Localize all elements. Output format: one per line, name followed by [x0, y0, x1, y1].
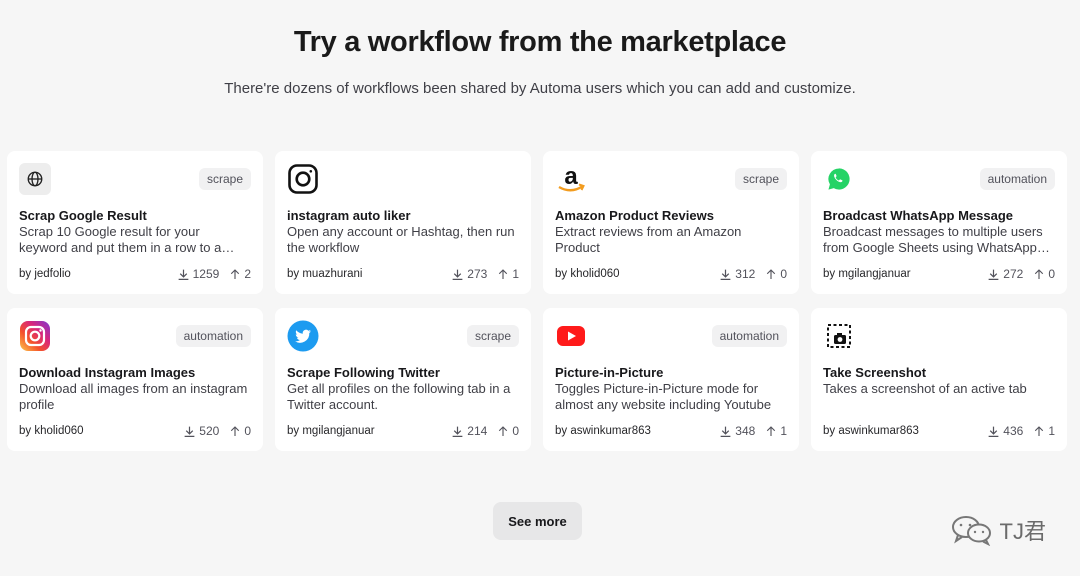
workflow-stats: 312 0	[719, 267, 787, 281]
download-count: 348	[719, 424, 755, 438]
upvote-count: 0	[229, 424, 251, 438]
upvote-count: 0	[1033, 267, 1055, 281]
workflow-description: Takes a screenshot of an active tab	[823, 381, 1027, 396]
category-tag: automation	[711, 325, 787, 347]
workflow-description: Extract reviews from an Amazon Product	[555, 224, 742, 255]
download-icon	[452, 269, 463, 280]
upvote-count: 2	[229, 267, 251, 281]
arrow-up-icon	[767, 268, 776, 279]
workflow-author: by kholid060	[19, 425, 84, 437]
workflow-description: Broadcast messages to multiple users fro…	[823, 224, 1043, 255]
upvote-count: 0	[497, 424, 519, 438]
workflow-title: Download Instagram Images	[19, 365, 196, 380]
category-tag: scrape	[734, 168, 787, 190]
download-icon	[720, 426, 731, 437]
workflow-author: by jedfolio	[19, 268, 71, 280]
see-more-button[interactable]: See more	[493, 502, 582, 540]
arrow-up-icon	[767, 425, 776, 436]
download-count: 520	[183, 424, 219, 438]
screenshot-icon	[823, 320, 855, 352]
workflow-card[interactable]: instagram auto liker Open any account or…	[275, 151, 531, 294]
workflow-title: Picture-in-Picture	[555, 365, 664, 380]
workflow-stats: 436 1	[987, 424, 1055, 438]
workflow-card[interactable]: a scrape Amazon Product Reviews Extract …	[543, 151, 799, 294]
workflow-title: instagram auto liker	[287, 208, 411, 223]
workflow-stats: 1259 2	[177, 267, 251, 281]
wechat-icon	[951, 516, 991, 546]
arrow-up-icon	[231, 425, 240, 436]
download-icon	[452, 426, 463, 437]
category-tag: scrape	[198, 168, 251, 190]
workflow-description: Download all images from an instagram pr…	[19, 381, 248, 412]
workflow-card[interactable]: scrape Scrape Following Twitter Get all …	[275, 308, 531, 451]
arrow-up-icon	[499, 268, 508, 279]
workflow-card[interactable]: scrape Scrap Google Result Scrap 10 Goog…	[7, 151, 263, 294]
workflow-stats: 520 0	[183, 424, 251, 438]
upvote-count: 1	[1033, 424, 1055, 438]
amazon-icon: a	[555, 163, 587, 195]
upvote-count: 1	[765, 424, 787, 438]
upvote-count: 0	[765, 267, 787, 281]
workflow-description: Open any account or Hashtag, then run th…	[287, 224, 515, 255]
whatsapp-icon	[823, 163, 855, 195]
workflow-stats: 214 0	[451, 424, 519, 438]
download-count: 436	[987, 424, 1023, 438]
download-icon	[178, 269, 188, 280]
workflow-title: Broadcast WhatsApp Message	[823, 208, 1013, 223]
workflow-author: by kholid060	[555, 268, 620, 280]
category-tag: automation	[175, 325, 251, 347]
workflow-author: by aswinkumar863	[555, 425, 651, 437]
workflow-description: Get all profiles on the following tab in…	[287, 381, 511, 412]
youtube-icon	[555, 320, 587, 352]
workflow-title: Scrape Following Twitter	[287, 365, 440, 380]
workflow-card[interactable]: automation Broadcast WhatsApp Message Br…	[811, 151, 1067, 294]
arrow-up-icon	[231, 268, 240, 279]
download-count: 272	[987, 267, 1023, 281]
watermark: TJ君	[950, 514, 1046, 546]
workflow-description: Toggles Picture-in-Picture mode for almo…	[555, 381, 772, 412]
arrow-up-icon	[499, 425, 508, 436]
workflow-author: by mgilangjanuar	[823, 268, 911, 280]
page-subtitle: There're dozens of workflows been shared…	[224, 80, 856, 97]
twitter-icon	[287, 320, 319, 352]
instagram-icon	[287, 163, 319, 195]
category-tag: automation	[979, 168, 1055, 190]
download-icon	[988, 269, 999, 280]
download-count: 1259	[177, 267, 219, 281]
arrow-up-icon	[1035, 425, 1044, 436]
upvote-count: 1	[497, 267, 519, 281]
workflow-stats: 272 0	[987, 267, 1055, 281]
workflow-author: by aswinkumar863	[823, 425, 919, 437]
arrow-up-icon	[1035, 268, 1044, 279]
workflow-stats: 348 1	[719, 424, 787, 438]
category-tag: scrape	[466, 325, 519, 347]
workflow-title: Scrap Google Result	[19, 208, 147, 223]
svg-text:a: a	[564, 163, 578, 190]
download-icon	[988, 426, 999, 437]
workflow-card[interactable]: Take Screenshot Takes a screenshot of an…	[811, 308, 1067, 451]
workflow-stats: 273 1	[451, 267, 519, 281]
workflow-description: Scrap 10 Google result for your keyword …	[19, 224, 222, 255]
page-title: Try a workflow from the marketplace	[293, 26, 787, 58]
download-count: 273	[451, 267, 487, 281]
instagram-gradient-icon	[19, 320, 51, 352]
workflow-author: by mgilangjanuar	[287, 425, 375, 437]
download-count: 312	[719, 267, 755, 281]
workflow-title: Take Screenshot	[823, 365, 927, 380]
workflow-title: Amazon Product Reviews	[555, 208, 714, 223]
workflow-card[interactable]: automation Picture-in-Picture Toggles Pi…	[543, 308, 799, 451]
globe-icon	[19, 163, 51, 195]
download-icon	[720, 269, 731, 280]
download-count: 214	[451, 424, 487, 438]
workflow-author: by muazhurani	[287, 268, 363, 280]
watermark-text: TJ君	[999, 519, 1046, 544]
workflow-grid: scrape Scrap Google Result Scrap 10 Goog…	[7, 151, 1080, 451]
workflow-card[interactable]: automation Download Instagram Images Dow…	[7, 308, 263, 451]
download-icon	[184, 426, 195, 437]
